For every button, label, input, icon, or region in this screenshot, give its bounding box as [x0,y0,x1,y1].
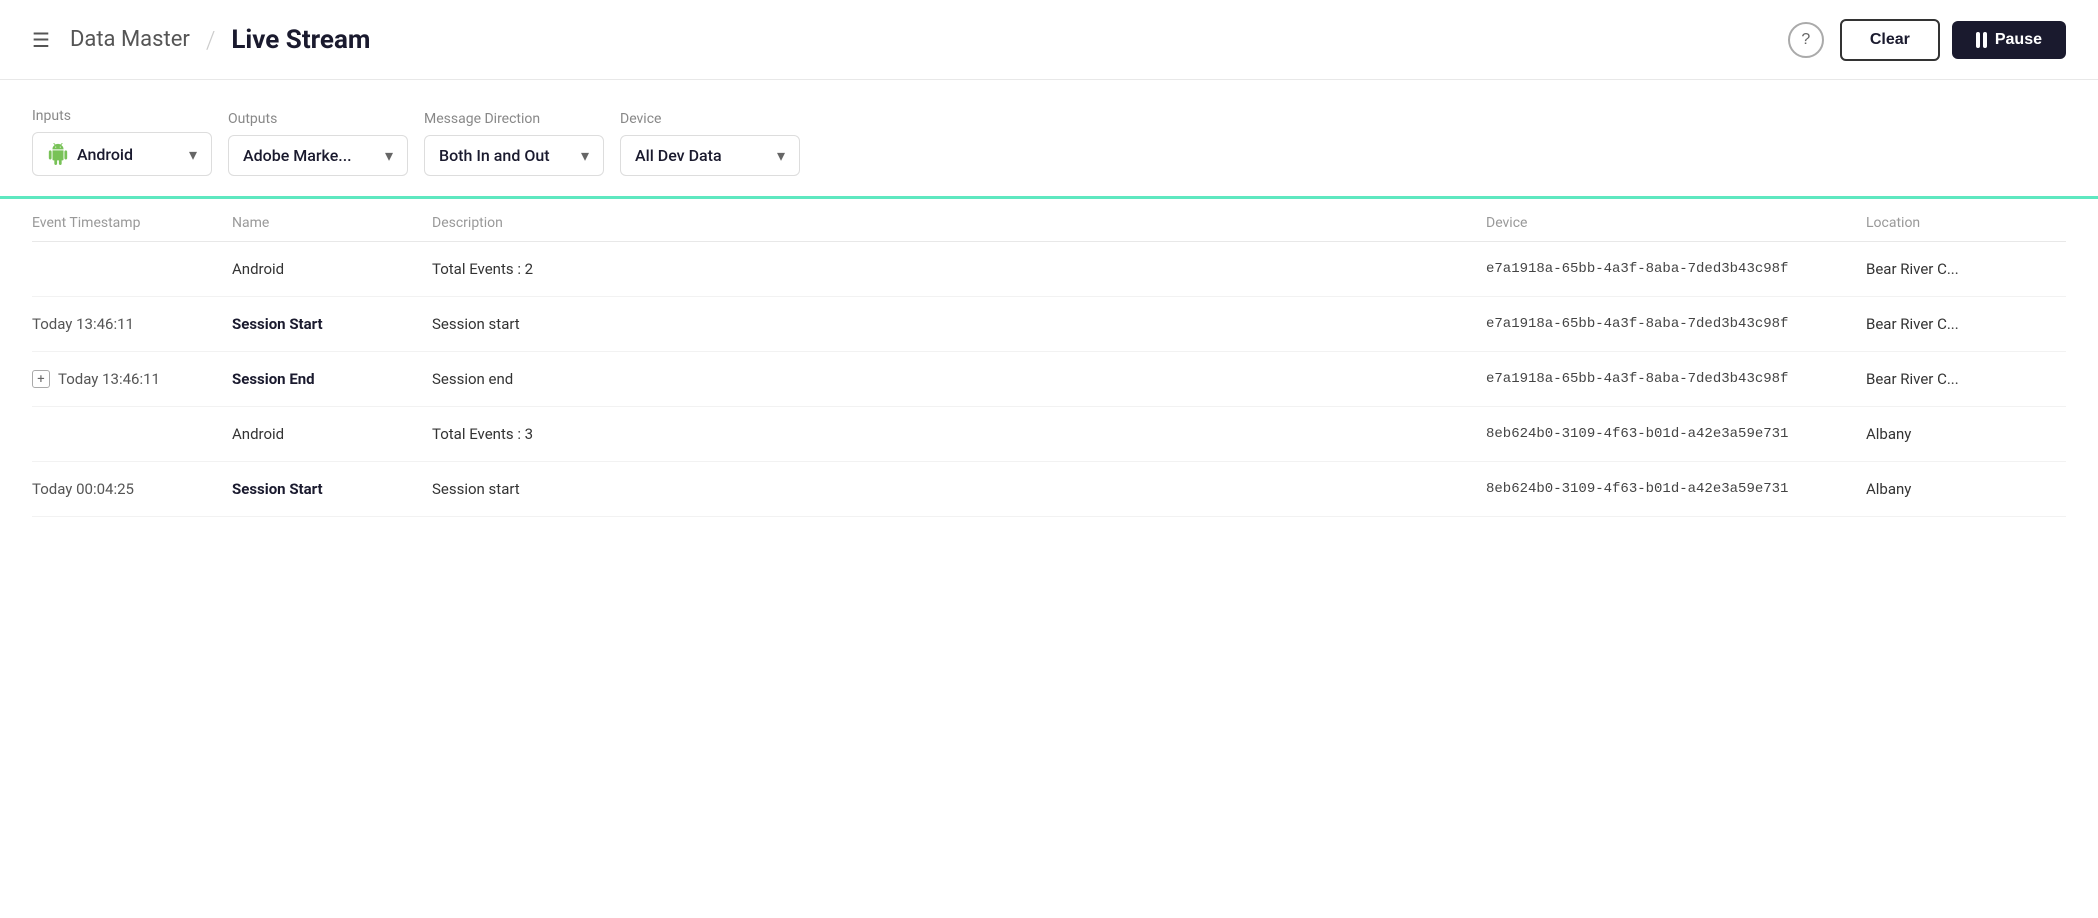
expand-icon[interactable]: + [32,370,50,388]
page-title: Live Stream [231,25,370,55]
table-row: Today 13:46:11 Session Start Session sta… [32,297,2066,352]
cell-location-2: Bear River C... [1866,370,2066,388]
pause-button[interactable]: Pause [1952,21,2066,59]
cell-description-3: Total Events : 3 [432,425,1486,443]
cell-timestamp-2: + Today 13:46:11 [32,370,232,388]
col-header-timestamp: Event Timestamp [32,215,232,231]
cell-location-1: Bear River C... [1866,315,2066,333]
android-icon [47,143,69,165]
direction-filter-group: Message Direction Both In and Out ▾ [424,111,604,176]
outputs-label: Outputs [228,111,408,127]
cell-timestamp-4: Today 00:04:25 [32,480,232,498]
clear-button[interactable]: Clear [1840,19,1940,61]
cell-name-1: Session Start [232,315,432,333]
inputs-value: Android [77,145,133,164]
cell-name-3: Android [232,425,432,443]
cell-name-2: Session End [232,370,432,388]
device-chevron-icon: ▾ [777,146,785,165]
cell-timestamp-1: Today 13:46:11 [32,315,232,333]
pause-icon [1976,32,1987,48]
device-value: All Dev Data [635,146,722,165]
outputs-filter-group: Outputs Adobe Marke... ▾ [228,111,408,176]
pause-label: Pause [1995,31,2042,49]
cell-description-2: Session end [432,370,1486,388]
device-label: Device [620,111,800,127]
table-section: Event Timestamp Name Description Device … [0,199,2098,517]
cell-description-0: Total Events : 2 [432,260,1486,278]
cell-device-3: 8eb624b0-3109-4f63-b01d-a42e3a59e731 [1486,426,1866,442]
cell-device-4: 8eb624b0-3109-4f63-b01d-a42e3a59e731 [1486,481,1866,497]
help-button[interactable]: ? [1788,22,1824,58]
cell-device-0: e7a1918a-65bb-4a3f-8aba-7ded3b43c98f [1486,261,1866,277]
table-header: Event Timestamp Name Description Device … [32,199,2066,242]
filters-row: Inputs Android ▾ Outputs Adobe Marke... … [32,108,2066,176]
device-dropdown[interactable]: All Dev Data ▾ [620,135,800,176]
cell-name-0: Android [232,260,432,278]
cell-device-2: e7a1918a-65bb-4a3f-8aba-7ded3b43c98f [1486,371,1866,387]
inputs-label: Inputs [32,108,212,124]
inputs-filter-group: Inputs Android ▾ [32,108,212,176]
outputs-chevron-icon: ▾ [385,146,393,165]
direction-value: Both In and Out [439,146,550,165]
app-title: Data Master [70,27,190,52]
outputs-dropdown[interactable]: Adobe Marke... ▾ [228,135,408,176]
table-row: Today 00:04:25 Session Start Session sta… [32,462,2066,517]
cell-location-4: Albany [1866,480,2066,498]
cell-device-1: e7a1918a-65bb-4a3f-8aba-7ded3b43c98f [1486,316,1866,332]
col-header-location: Location [1866,215,2066,231]
menu-icon[interactable]: ☰ [32,28,50,52]
cell-location-0: Bear River C... [1866,260,2066,278]
cell-name-4: Session Start [232,480,432,498]
filters-section: Inputs Android ▾ Outputs Adobe Marke... … [0,80,2098,199]
direction-dropdown[interactable]: Both In and Out ▾ [424,135,604,176]
cell-description-4: Session start [432,480,1486,498]
col-header-name: Name [232,215,432,231]
outputs-value: Adobe Marke... [243,146,352,165]
cell-description-1: Session start [432,315,1486,333]
direction-label: Message Direction [424,111,604,127]
cell-location-3: Albany [1866,425,2066,443]
table-row: Android Total Events : 2 e7a1918a-65bb-4… [32,242,2066,297]
inputs-dropdown[interactable]: Android ▾ [32,132,212,176]
header-divider: / [206,26,216,54]
table-row: + Today 13:46:11 Session End Session end… [32,352,2066,407]
col-header-description: Description [432,215,1486,231]
direction-chevron-icon: ▾ [581,146,589,165]
col-header-device: Device [1486,215,1866,231]
header: ☰ Data Master / Live Stream ? Clear Paus… [0,0,2098,80]
table-row: Android Total Events : 3 8eb624b0-3109-4… [32,407,2066,462]
inputs-chevron-icon: ▾ [189,145,197,164]
device-filter-group: Device All Dev Data ▾ [620,111,800,176]
